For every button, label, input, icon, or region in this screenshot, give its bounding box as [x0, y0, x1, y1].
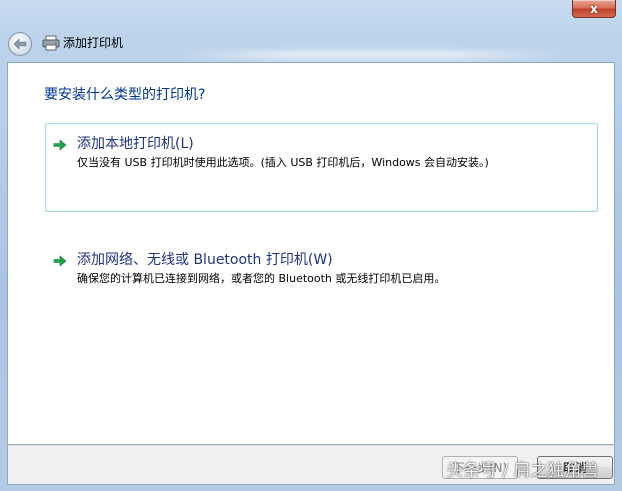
option-description: 仅当没有 USB 打印机时使用此选项。(插入 USB 打印机后，Windows … [77, 156, 489, 169]
option-title: 添加网络、无线或 Bluetooth 打印机(W) [77, 252, 333, 268]
green-arrow-icon [53, 255, 67, 267]
close-button[interactable]: x [572, 0, 616, 18]
cancel-button[interactable]: 取消 [537, 456, 613, 479]
page-heading: 要安装什么类型的打印机? [44, 87, 206, 103]
back-arrow-icon [13, 38, 27, 50]
background-blur [170, 50, 570, 60]
window-title: 添加打印机 [63, 36, 124, 50]
option-description: 确保您的计算机已连接到网络，或者您的 Bluetooth 或无线打印机已启用。 [77, 272, 446, 285]
option-title: 添加本地打印机(L) [77, 136, 194, 152]
green-arrow-icon [53, 139, 67, 151]
close-icon: x [590, 1, 598, 16]
back-button[interactable] [8, 32, 32, 56]
wizard-content: 要安装什么类型的打印机? 添加本地打印机(L) 仅当没有 USB 打印机时使用此… [7, 62, 615, 445]
printer-icon [42, 35, 60, 51]
wizard-footer: 下一步(N) 取消 [7, 445, 615, 485]
option-add-network-printer[interactable]: 添加网络、无线或 Bluetooth 打印机(W) 确保您的计算机已连接到网络，… [45, 239, 598, 297]
window-frame: x 添加打印机 要安装什么类型的打印机? 添加本地打印机(L) 仅当没有 USB… [0, 0, 622, 491]
option-add-local-printer[interactable]: 添加本地打印机(L) 仅当没有 USB 打印机时使用此选项。(插入 USB 打印… [45, 123, 598, 212]
next-button[interactable]: 下一步(N) [442, 456, 518, 479]
